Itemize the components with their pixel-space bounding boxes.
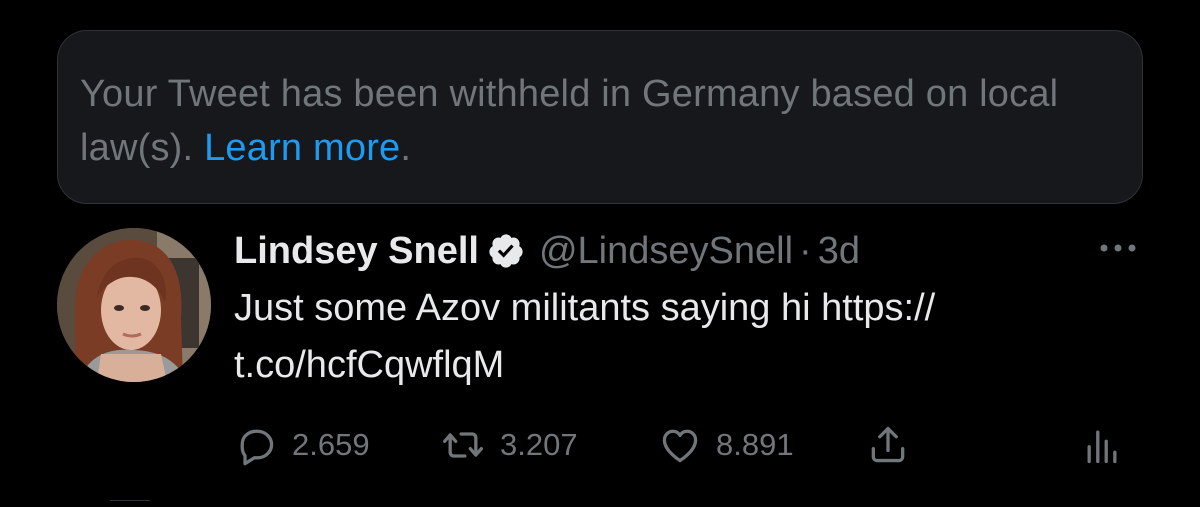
tweet-text: Just some Azov militants saying hi https… [234, 280, 1114, 394]
heart-icon [662, 429, 698, 463]
analytics-icon [1087, 430, 1117, 464]
divider [110, 500, 150, 501]
reply-count: 2.659 [292, 427, 370, 462]
verified-badge-icon [489, 234, 523, 268]
tweet-timestamp[interactable]: 3d [818, 230, 860, 273]
tweet-actions: 2.659 3.207 8.891 [234, 420, 1134, 470]
user-handle[interactable]: @LindseySnell [539, 230, 793, 273]
learn-more-link[interactable]: Learn more [204, 127, 400, 169]
retweet-button[interactable]: 3.207 [440, 420, 578, 470]
analytics-button[interactable] [1080, 420, 1138, 470]
separator-dot: · [799, 229, 812, 272]
withheld-notice-suffix: . [400, 127, 412, 169]
reply-button[interactable]: 2.659 [234, 420, 370, 470]
avatar-photo [57, 228, 211, 382]
tweet-link[interactable]: t.co/hcfCqwflqM [234, 337, 1114, 394]
avatar[interactable] [57, 228, 211, 382]
retweet-count: 3.207 [500, 427, 578, 462]
reply-icon [240, 429, 274, 466]
display-name[interactable]: Lindsey Snell [234, 230, 479, 273]
tweet-header: Lindsey Snell @LindseySnell · 3d [234, 226, 860, 276]
share-icon [871, 426, 905, 463]
share-button[interactable] [866, 420, 924, 470]
withheld-notice: Your Tweet has been withheld in Germany … [57, 30, 1143, 204]
tweet-text-line: Just some Azov militants saying hi https… [234, 287, 936, 329]
retweet-icon [443, 432, 483, 458]
like-count: 8.891 [716, 427, 794, 462]
tweet-page: Your Tweet has been withheld in Germany … [0, 0, 1200, 507]
more-options-icon[interactable] [1096, 238, 1140, 258]
like-button[interactable]: 8.891 [658, 420, 794, 470]
